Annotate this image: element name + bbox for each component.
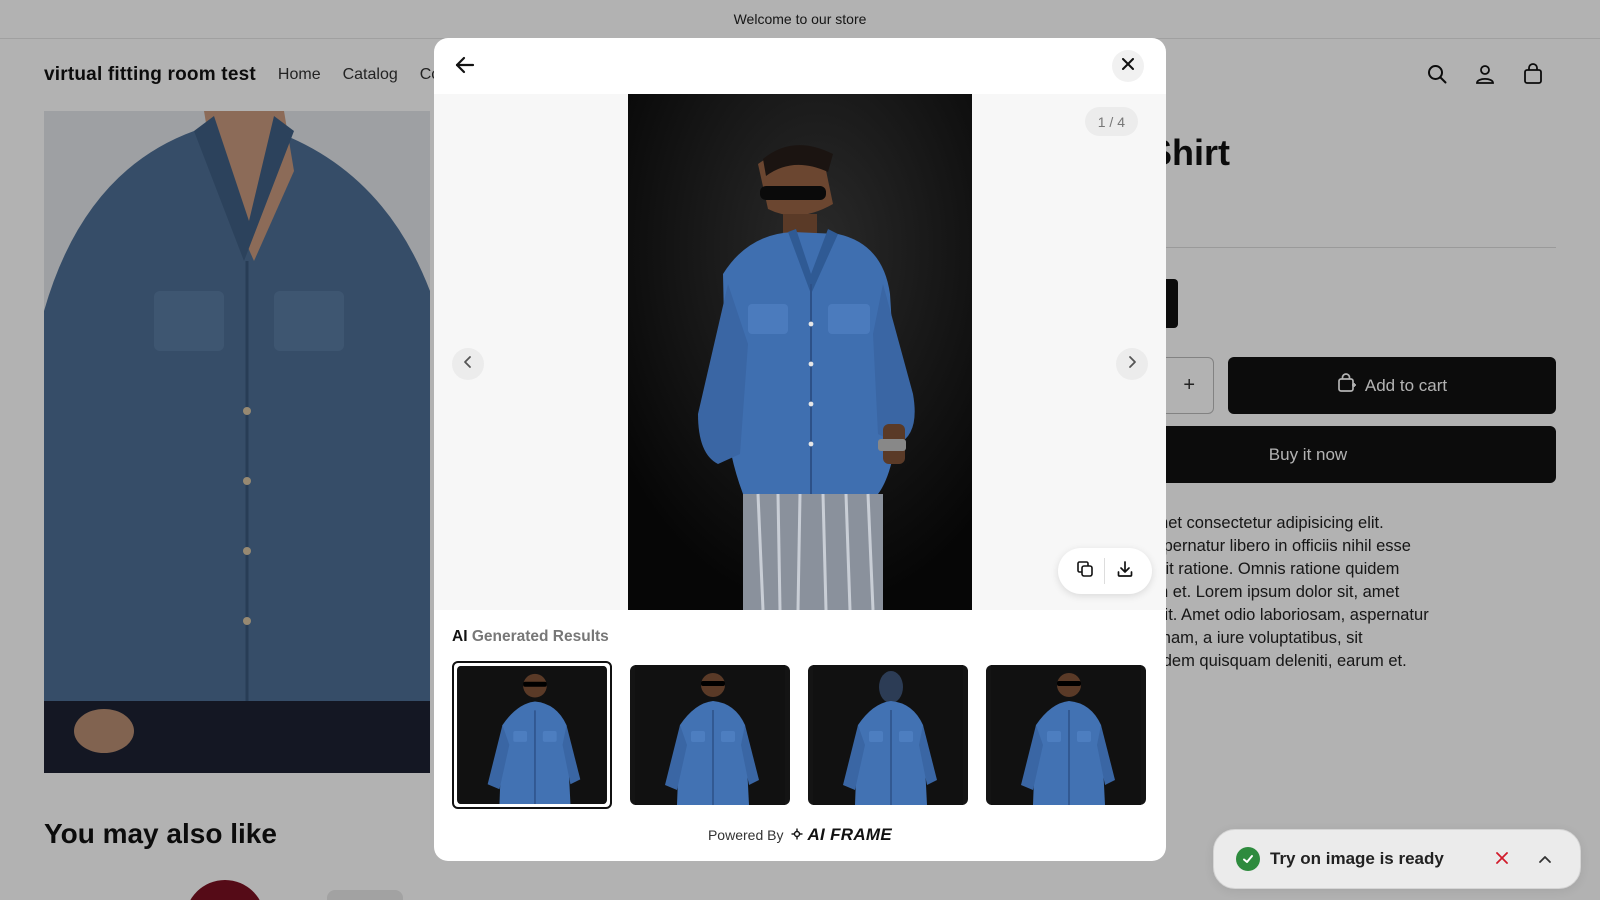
previous-image-button[interactable] — [452, 348, 484, 380]
result-thumbnail-image — [457, 666, 607, 804]
image-actions — [1058, 548, 1152, 594]
close-icon — [1122, 57, 1134, 75]
result-thumbnails — [452, 661, 1148, 809]
next-image-button[interactable] — [1116, 348, 1148, 380]
download-icon — [1116, 560, 1134, 583]
powered-by-label: Powered By — [707, 827, 784, 843]
actions-divider — [1104, 558, 1106, 584]
sparkle-icon — [791, 825, 803, 845]
close-icon — [1496, 851, 1508, 869]
download-image-button[interactable] — [1110, 556, 1140, 586]
copy-icon — [1076, 560, 1094, 583]
results-heading-strong: AI — [452, 628, 468, 645]
back-button[interactable] — [450, 52, 480, 82]
result-thumbnail-4[interactable] — [986, 665, 1146, 805]
brand-name: AI FRAME — [807, 825, 893, 844]
close-button[interactable] — [1112, 50, 1144, 82]
modal-header — [434, 38, 1166, 94]
image-viewer: 1 / 4 — [434, 94, 1166, 610]
ai-frame-logo[interactable]: AI FRAME — [791, 825, 892, 845]
result-thumbnail-2[interactable] — [630, 665, 790, 805]
copy-image-button[interactable] — [1070, 556, 1100, 586]
chevron-left-icon — [463, 355, 473, 374]
try-on-toast: Try on image is ready — [1213, 829, 1581, 889]
toast-dismiss-button[interactable] — [1491, 849, 1513, 871]
result-thumbnail-1[interactable] — [452, 661, 612, 809]
chevron-up-icon — [1538, 851, 1552, 869]
image-counter: 1 / 4 — [1084, 107, 1138, 136]
back-arrow-icon — [455, 56, 475, 79]
powered-by: Powered By AI FRAME — [434, 825, 1166, 845]
chevron-right-icon — [1127, 355, 1137, 374]
try-on-results-modal: 1 / 4 AI Generated Results Powered By AI… — [434, 38, 1166, 861]
results-heading-soft: Generated Results — [471, 628, 609, 645]
result-thumbnail-3[interactable] — [808, 665, 968, 805]
success-check-icon — [1236, 847, 1260, 871]
main-result-image[interactable] — [628, 94, 972, 610]
toast-message: Try on image is ready — [1270, 849, 1444, 868]
results-heading: AI Generated Results — [452, 628, 609, 646]
toast-collapse-button[interactable] — [1534, 849, 1556, 871]
